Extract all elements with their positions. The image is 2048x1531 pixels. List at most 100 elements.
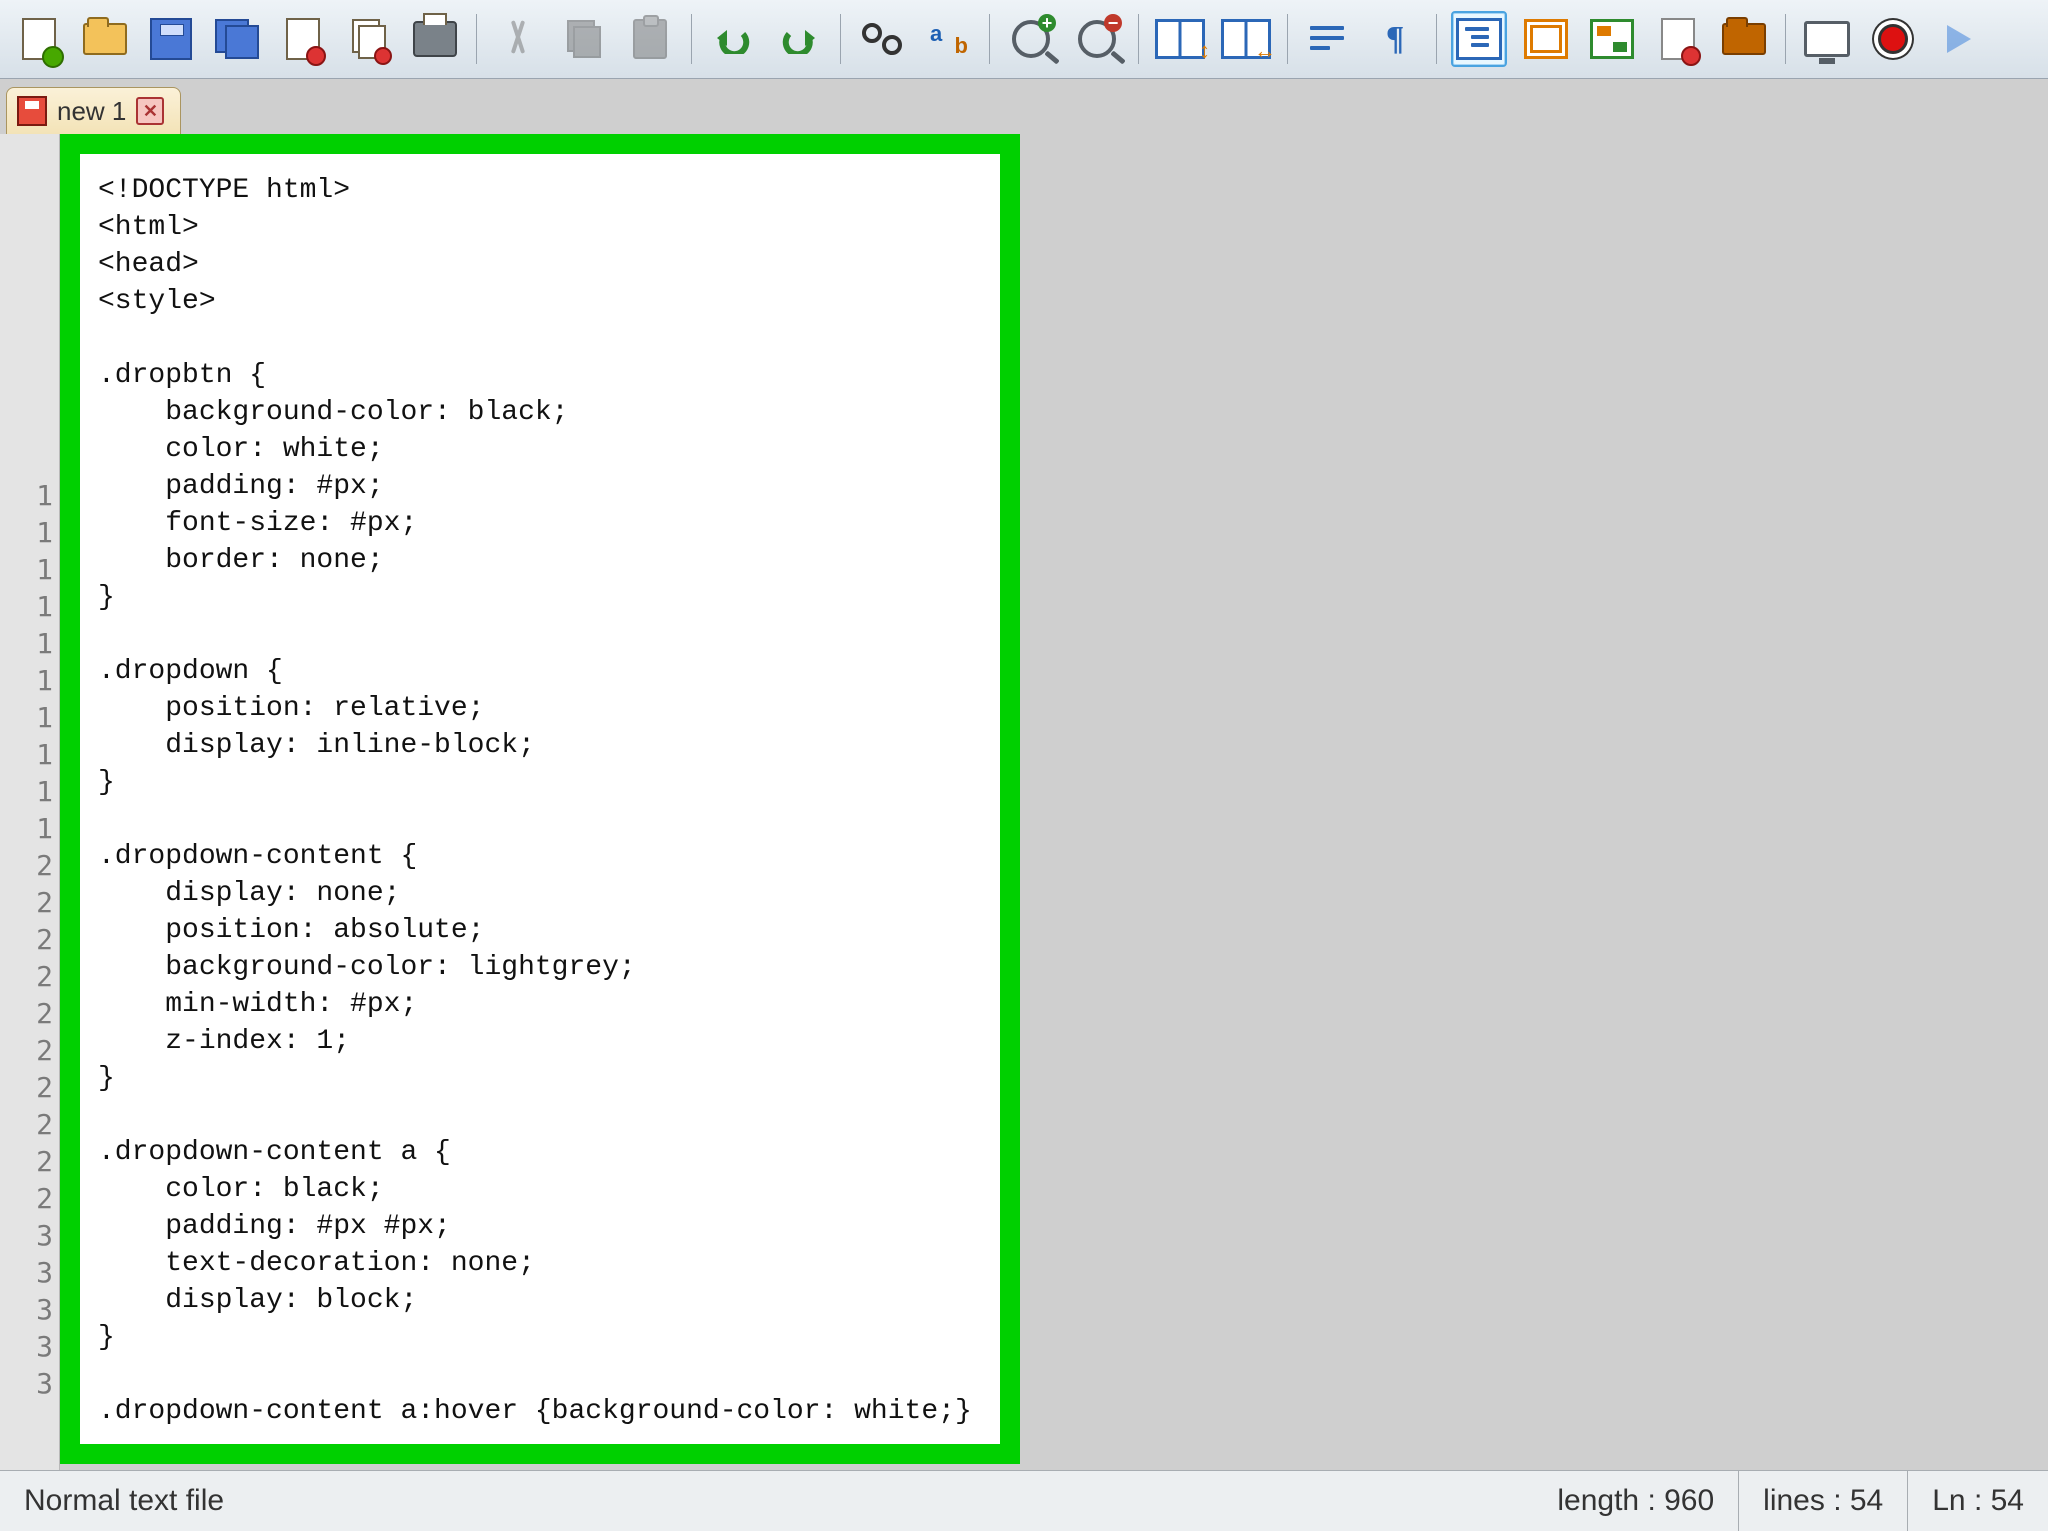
close-all-icon	[352, 19, 386, 59]
print-button[interactable]	[408, 12, 462, 66]
show-symbols-button[interactable]: ¶	[1368, 12, 1422, 66]
toolbar-separator	[1785, 14, 1786, 64]
status-lines: lines : 54	[1739, 1471, 1908, 1531]
save-icon	[150, 18, 192, 60]
folder-workspace-button[interactable]	[1717, 12, 1771, 66]
gutter-line: 1	[0, 736, 53, 773]
indent-guide-button[interactable]	[1451, 11, 1507, 67]
gutter-line	[0, 144, 53, 181]
indent-guide-icon	[1456, 18, 1502, 60]
zoom-in-icon: +	[1012, 20, 1050, 58]
word-wrap-button[interactable]	[1302, 12, 1356, 66]
find-button[interactable]	[855, 12, 909, 66]
code-editor[interactable]: <!DOCTYPE html> <html> <head> <style> .d…	[60, 134, 1020, 1464]
line-number-gutter: 1111111111222222222233333	[0, 134, 60, 1471]
save-all-button[interactable]	[210, 12, 264, 66]
status-bar: Normal text file length : 960 lines : 54…	[0, 1470, 2048, 1531]
gutter-line: 1	[0, 699, 53, 736]
user-lang-button[interactable]	[1519, 12, 1573, 66]
gutter-line: 3	[0, 1217, 53, 1254]
function-list-icon	[1661, 18, 1695, 60]
main-toolbar: ab + − ↕ ↔ ¶	[0, 0, 2048, 79]
tab-title: new 1	[57, 96, 126, 127]
gutter-line: 2	[0, 958, 53, 995]
gutter-line	[0, 329, 53, 366]
word-wrap-icon	[1310, 24, 1348, 54]
copy-button[interactable]	[557, 12, 611, 66]
new-file-icon	[22, 18, 56, 60]
save-button[interactable]	[144, 12, 198, 66]
doc-map-icon	[1590, 19, 1634, 59]
gutter-line: 1	[0, 551, 53, 588]
new-file-button[interactable]	[12, 12, 66, 66]
gutter-line	[0, 440, 53, 477]
sync-horizontal-button[interactable]: ↔	[1219, 12, 1273, 66]
unsaved-file-icon	[17, 96, 47, 126]
tab-close-button[interactable]: ✕	[136, 97, 164, 125]
gutter-line: 1	[0, 662, 53, 699]
toolbar-separator	[476, 14, 477, 64]
folder-open-icon	[83, 23, 127, 55]
redo-button[interactable]	[772, 12, 826, 66]
folder-workspace-icon	[1722, 23, 1766, 55]
gutter-line: 1	[0, 810, 53, 847]
close-all-button[interactable]	[342, 12, 396, 66]
gutter-line	[0, 218, 53, 255]
toolbar-separator	[840, 14, 841, 64]
toolbar-separator	[691, 14, 692, 64]
copy-icon	[567, 20, 601, 58]
gutter-line: 2	[0, 1106, 53, 1143]
cut-icon	[501, 20, 535, 58]
gutter-line: 2	[0, 847, 53, 884]
record-icon	[1878, 24, 1908, 54]
print-icon	[413, 21, 457, 57]
gutter-line: 2	[0, 995, 53, 1032]
status-filetype: Normal text file	[0, 1471, 608, 1531]
gutter-line: 2	[0, 1143, 53, 1180]
gutter-line	[0, 255, 53, 292]
gutter-line: 1	[0, 588, 53, 625]
record-macro-button[interactable]	[1866, 12, 1920, 66]
play-icon	[1947, 25, 1971, 53]
file-tab[interactable]: new 1 ✕	[6, 87, 181, 135]
close-file-icon	[286, 18, 320, 60]
paste-icon	[633, 19, 667, 59]
zoom-in-button[interactable]: +	[1004, 12, 1058, 66]
open-file-button[interactable]	[78, 12, 132, 66]
zoom-out-button[interactable]: −	[1070, 12, 1124, 66]
save-all-icon	[215, 19, 259, 59]
find-replace-button[interactable]: ab	[921, 12, 975, 66]
sync-vertical-button[interactable]: ↕	[1153, 12, 1207, 66]
play-macro-button[interactable]	[1932, 12, 1986, 66]
close-file-button[interactable]	[276, 12, 330, 66]
gutter-line: 3	[0, 1365, 53, 1402]
gutter-line: 3	[0, 1328, 53, 1365]
user-lang-icon	[1524, 19, 1568, 59]
gutter-line	[0, 292, 53, 329]
gutter-line: 1	[0, 773, 53, 810]
zoom-out-icon: −	[1078, 20, 1116, 58]
toolbar-separator	[1287, 14, 1288, 64]
monitor-button[interactable]	[1800, 12, 1854, 66]
gutter-line: 1	[0, 514, 53, 551]
editor-workspace: 1111111111222222222233333 <!DOCTYPE html…	[0, 134, 2048, 1471]
gutter-line: 2	[0, 1069, 53, 1106]
gutter-line: 2	[0, 884, 53, 921]
gutter-line	[0, 181, 53, 218]
undo-button[interactable]	[706, 12, 760, 66]
find-replace-icon: ab	[928, 23, 968, 55]
tab-bar: new 1 ✕	[0, 79, 2048, 135]
gutter-line: 3	[0, 1291, 53, 1328]
cut-button[interactable]	[491, 12, 545, 66]
gutter-line: 2	[0, 1180, 53, 1217]
redo-icon	[779, 24, 819, 54]
gutter-line: 3	[0, 1254, 53, 1291]
gutter-line: 2	[0, 1032, 53, 1069]
gutter-line	[0, 366, 53, 403]
gutter-line: 1	[0, 625, 53, 662]
paste-button[interactable]	[623, 12, 677, 66]
toolbar-separator	[989, 14, 990, 64]
doc-map-button[interactable]	[1585, 12, 1639, 66]
function-list-button[interactable]	[1651, 12, 1705, 66]
monitor-icon	[1804, 21, 1850, 57]
